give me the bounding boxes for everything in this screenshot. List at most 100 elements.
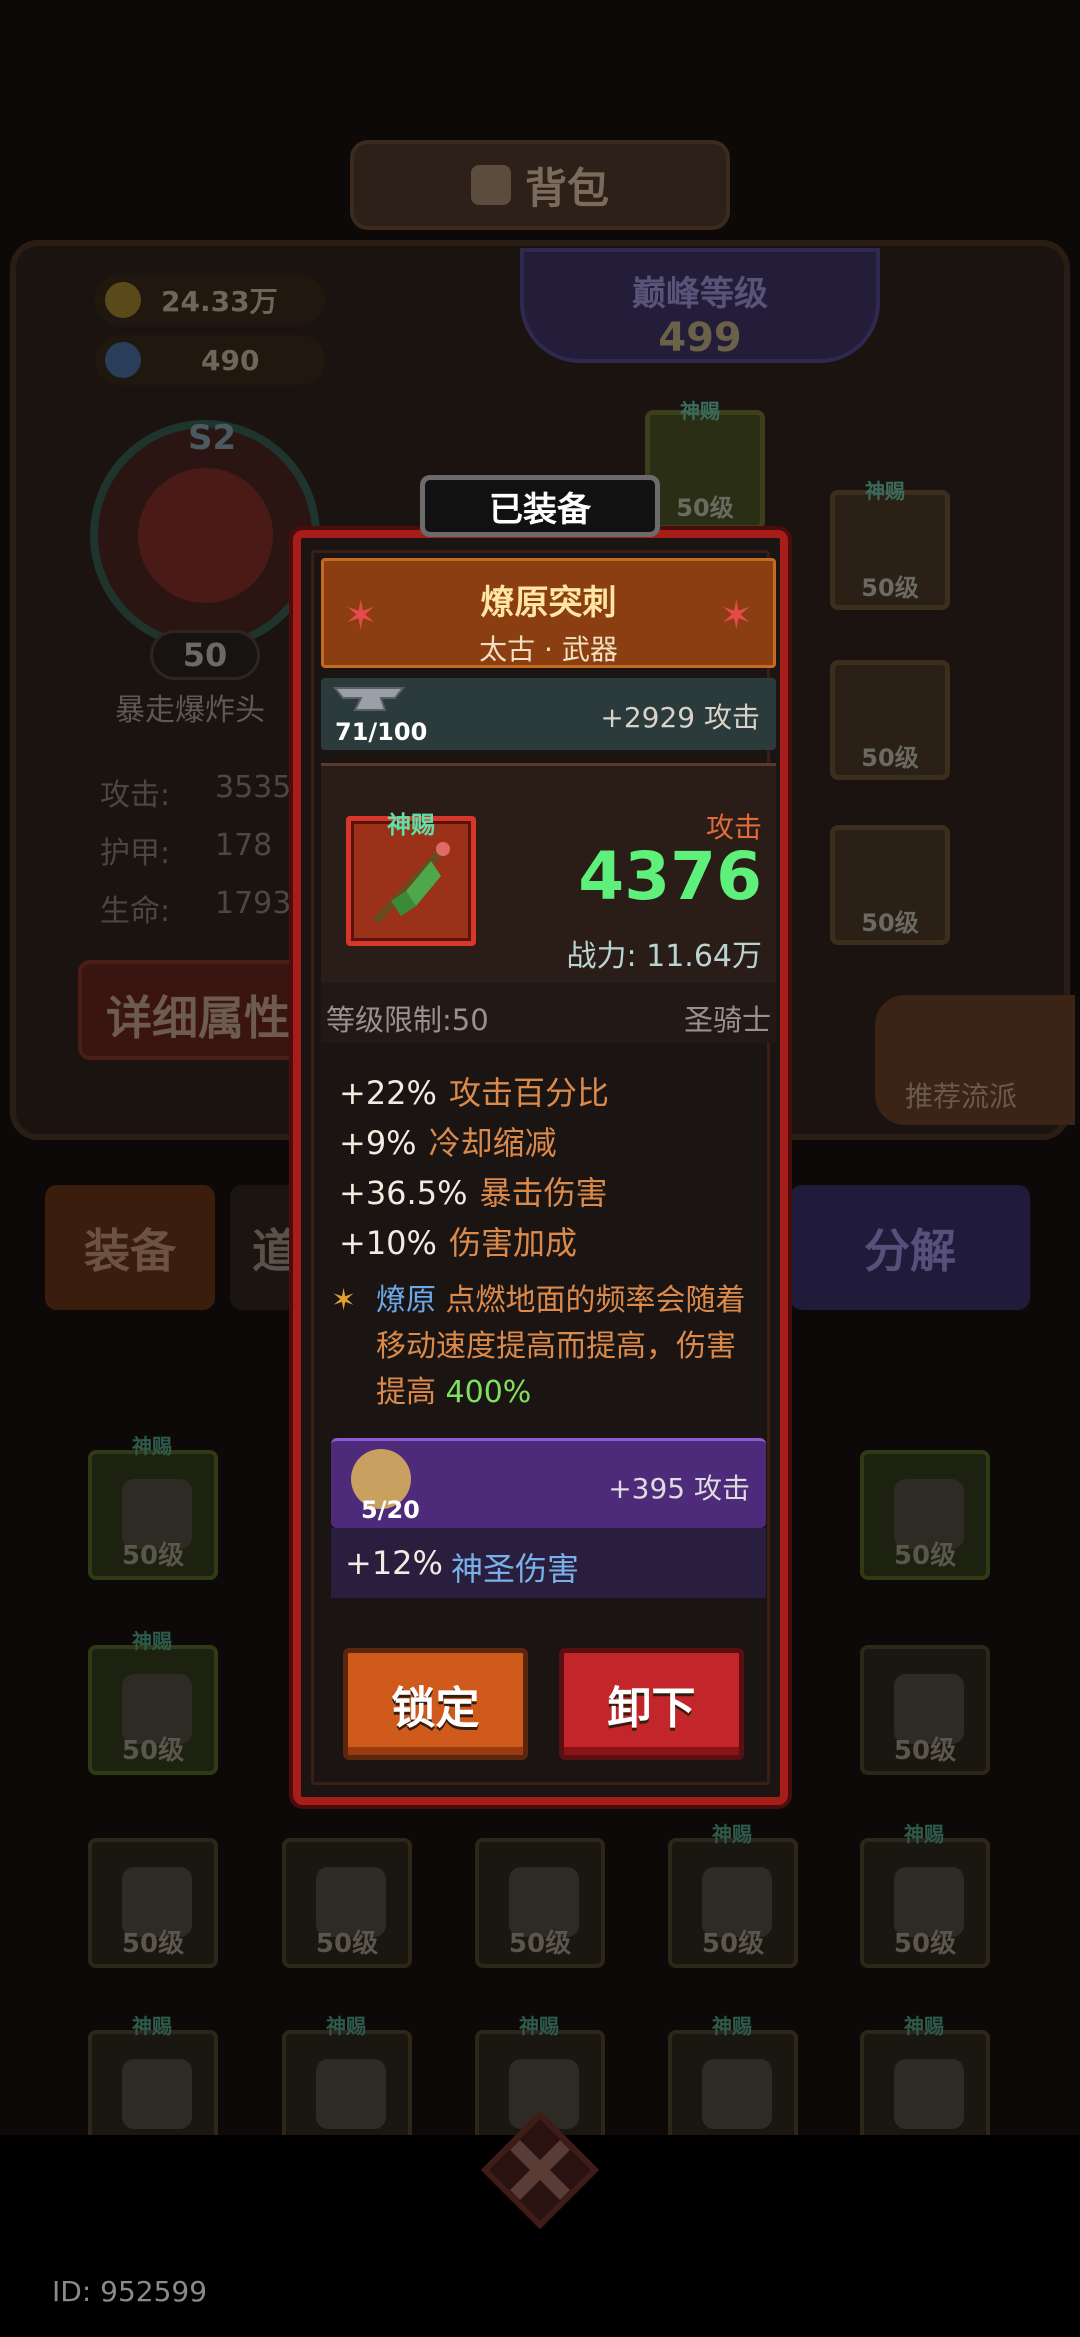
star-icon: ✶ (719, 593, 753, 639)
bonus-item: +10% 伤害加成 (339, 1218, 609, 1262)
inventory-item[interactable]: 神赐 50级 (88, 1434, 218, 1580)
item-level: 50级 (121, 1736, 185, 1766)
hero-portrait[interactable]: S2 (90, 418, 320, 650)
bonus-desc: 冷却缩减 (428, 1124, 557, 1162)
stat-label: 护甲: (100, 836, 171, 871)
equip-slot[interactable]: 50级 (830, 825, 950, 945)
lock-button[interactable]: 锁定 (343, 1648, 528, 1760)
gift-tag: 神赐 (132, 1434, 172, 1458)
inventory-item[interactable]: 神赐 50级 (860, 1822, 990, 1968)
bonus-value: +9% (339, 1124, 417, 1162)
effect-keyword: 燎原 (376, 1283, 436, 1318)
season-badge: S2 (188, 418, 237, 458)
star-icon: ✶ (344, 593, 378, 639)
slot-level: 50级 (676, 494, 734, 522)
inventory-item[interactable]: 50级 (88, 1838, 218, 1968)
enhance-row[interactable]: 71/100 +2929 攻击 (321, 678, 776, 750)
rune-progress: 5/20 (361, 1496, 420, 1524)
inventory-item[interactable]: 神赐 50级 (88, 1629, 218, 1775)
close-emblem-icon[interactable] (480, 2110, 600, 2230)
inventory-item[interactable]: 50级 (860, 1645, 990, 1775)
rune-attr-desc: 神圣伤害 (451, 1550, 580, 1588)
peak-level-label: 巅峰等级 (632, 274, 768, 314)
item-level: 50级 (315, 1929, 379, 1959)
ring-icon (894, 2059, 964, 2129)
gift-tag: 神赐 (712, 2014, 752, 2038)
page-title: 背包 (524, 163, 609, 213)
item-level: 50级 (121, 1541, 185, 1571)
bonus-value: +36.5% (339, 1174, 468, 1212)
inventory-item[interactable]: 50级 (282, 1838, 412, 1968)
peak-level-banner[interactable]: 巅峰等级 499 (520, 248, 880, 363)
equip-slot[interactable]: 神赐 50级 (830, 479, 950, 610)
currency-gold: 24.33万 (95, 275, 325, 325)
bonus-desc: 伤害加成 (448, 1224, 577, 1262)
combat-power: 战力: 11.64万 (566, 939, 762, 974)
recommend-build-button[interactable]: 推荐流派 (875, 995, 1075, 1125)
title-banner: 背包 (350, 140, 730, 230)
gift-tag: 神赐 (387, 811, 435, 839)
gift-tag: 神赐 (519, 2014, 559, 2038)
star-icon: ✶ (331, 1283, 357, 1318)
slot-level: 50级 (861, 744, 919, 772)
gift-tag: 神赐 (904, 1822, 944, 1846)
stat-label: 攻击: (100, 778, 171, 813)
gift-tag: 神赐 (712, 1822, 752, 1846)
hero-avatar (138, 468, 273, 603)
item-name-banner: ✶ ✶ 燎原突刺 太古 · 武器 (321, 558, 776, 668)
gem-icon (105, 342, 141, 378)
item-detail-popup: ✶ ✶ 燎原突刺 太古 · 武器 71/100 +2929 攻击 神赐 攻击 4… (293, 530, 788, 1805)
equip-slot[interactable]: 50级 (830, 660, 950, 780)
item-name: 燎原突刺 (480, 583, 617, 623)
stat-value: 178 (215, 828, 273, 863)
ring-icon (702, 2059, 772, 2129)
rune-attribute: +12% 神圣伤害 (331, 1528, 766, 1598)
inventory-item[interactable]: 50级 (475, 1838, 605, 1968)
hero-level: 50 (150, 630, 260, 680)
item-level: 50级 (121, 1929, 185, 1959)
recommend-label: 推荐流派 (905, 1080, 1018, 1113)
enhance-progress: 71/100 (335, 718, 428, 746)
equipped-tag: 已装备 (420, 475, 660, 537)
gem-amount: 490 (201, 343, 260, 377)
slot-level: 50级 (861, 909, 919, 937)
hero-name: 暴走爆炸头 (115, 693, 265, 728)
inventory-item[interactable]: 50级 (860, 1450, 990, 1580)
gift-tag: 神赐 (865, 479, 905, 503)
enhance-bonus: +2929 攻击 (600, 701, 760, 734)
equip-slot[interactable]: 神赐 50级 (645, 399, 765, 530)
bonus-list: +22% 攻击百分比 +9% 冷却缩减 +36.5% 暴击伤害 +10% 伤害加成 (339, 1068, 609, 1268)
stat-value: 1793 (215, 886, 292, 921)
tab-equipment[interactable]: 装备 (45, 1185, 215, 1310)
coin-icon (105, 282, 141, 318)
item-subtitle: 太古 · 武器 (479, 633, 618, 666)
slot-level: 50级 (861, 574, 919, 602)
effect-text: 燎原 点燃地面的频率会随着移动速度提高而提高，伤害提高 400% (376, 1278, 756, 1416)
armor-icon (122, 2059, 192, 2129)
bonus-item: +36.5% 暴击伤害 (339, 1168, 609, 1212)
item-level: 50级 (893, 1736, 957, 1766)
stat-value: 3535 (215, 770, 292, 805)
inventory-item[interactable]: 神赐 50级 (668, 1822, 798, 1968)
gift-tag: 神赐 (132, 1629, 172, 1653)
stat-attack: 攻击: 3535 (100, 770, 291, 814)
stat-armor: 护甲: 178 (100, 828, 272, 872)
item-level: 50级 (893, 1929, 957, 1959)
pants-icon (316, 2059, 386, 2129)
item-level: 50级 (508, 1929, 572, 1959)
tab-dismantle[interactable]: 分解 (790, 1185, 1030, 1310)
unequip-button[interactable]: 卸下 (559, 1648, 744, 1760)
peak-level-value: 499 (658, 315, 742, 361)
rune-attr-value: +12% (345, 1544, 443, 1582)
item-level: 50级 (893, 1541, 957, 1571)
bonus-item: +22% 攻击百分比 (339, 1068, 609, 1112)
attack-value: 4376 (578, 838, 762, 915)
stat-label: 生命: (100, 894, 171, 929)
rune-row[interactable]: 5/20 +395 攻击 (331, 1438, 766, 1528)
bonus-item: +9% 冷却缩减 (339, 1118, 609, 1162)
gift-tag: 神赐 (904, 2014, 944, 2038)
gold-amount: 24.33万 (161, 285, 278, 318)
item-icon-frame: 神赐 (346, 811, 476, 946)
gift-tag: 神赐 (326, 2014, 366, 2038)
equipped-label: 已装备 (489, 489, 591, 530)
